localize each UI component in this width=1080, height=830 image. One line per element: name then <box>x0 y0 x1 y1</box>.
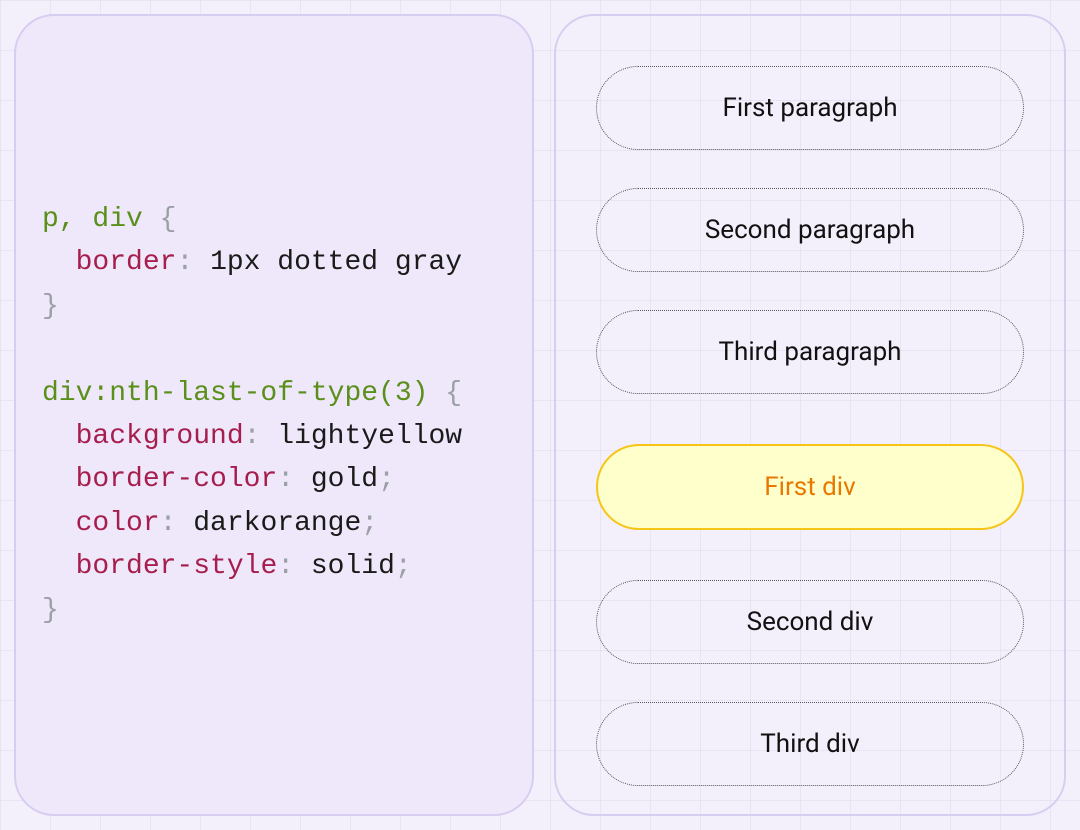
semi-2-3: ; <box>395 551 412 582</box>
val-2-3: solid <box>311 551 395 582</box>
val-2-1: gold <box>311 464 378 495</box>
semi-2-2: ; <box>361 508 378 539</box>
output-item: Second paragraph <box>596 188 1024 272</box>
output-panel: First paragraph Second paragraph Third p… <box>554 14 1066 816</box>
colon-1-0: : <box>176 247 193 278</box>
prop-2-0: background <box>76 421 244 452</box>
colon-2-0: : <box>244 421 261 452</box>
val-2-0: lightyellow <box>277 421 462 452</box>
open-brace-2: { <box>445 378 462 409</box>
colon-2-2: : <box>160 508 177 539</box>
prop-2-1: border-color <box>76 464 278 495</box>
open-brace-1: { <box>160 204 177 235</box>
example-container: p, div { border: 1px dotted gray } div:n… <box>0 0 1080 830</box>
css-code-block: p, div { border: 1px dotted gray } div:n… <box>42 198 462 632</box>
val-2-2: darkorange <box>193 508 361 539</box>
selector-1: p, div <box>42 204 143 235</box>
val-1-0: 1px dotted gray <box>210 247 462 278</box>
close-brace-2: } <box>42 595 59 626</box>
output-item: First paragraph <box>596 66 1024 150</box>
close-brace-1: } <box>42 291 59 322</box>
colon-2-1: : <box>277 464 294 495</box>
colon-2-3: : <box>277 551 294 582</box>
selector-2: div:nth-last-of-type(3) <box>42 378 428 409</box>
output-item: Third paragraph <box>596 310 1024 394</box>
output-item: Third div <box>596 702 1024 786</box>
code-panel: p, div { border: 1px dotted gray } div:n… <box>14 14 534 816</box>
prop-1-0: border <box>76 247 177 278</box>
prop-2-2: color <box>76 508 160 539</box>
output-item: Second div <box>596 580 1024 664</box>
output-item-highlighted: First div <box>596 444 1024 530</box>
prop-2-3: border-style <box>76 551 278 582</box>
semi-2-1: ; <box>378 464 395 495</box>
